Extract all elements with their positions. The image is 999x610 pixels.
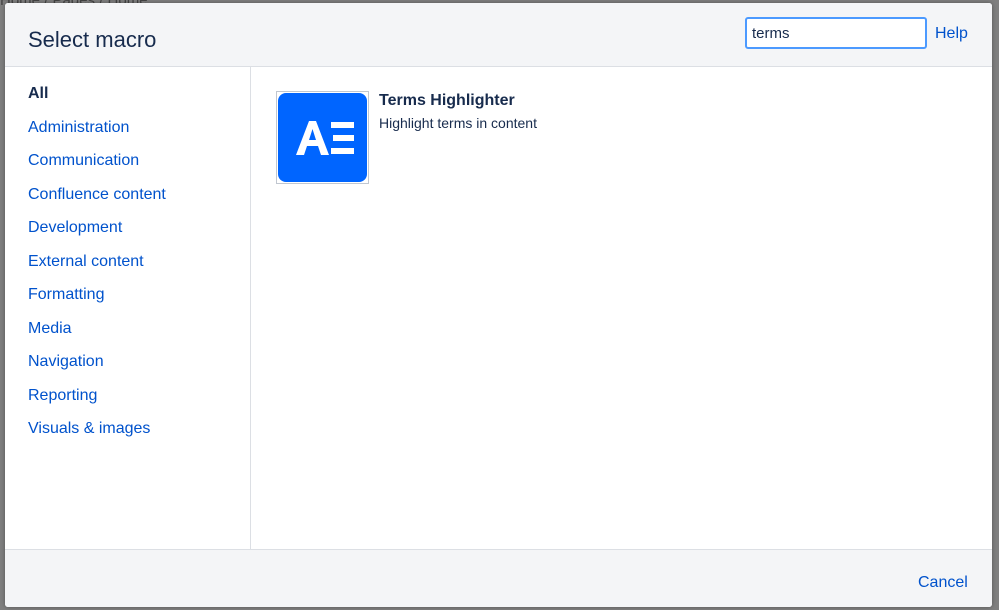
category-visuals-images[interactable]: Visuals & images bbox=[28, 419, 166, 453]
category-sidebar: All Administration Communication Conflue… bbox=[5, 67, 251, 549]
select-macro-dialog: Select macro Help All Administration Com… bbox=[5, 3, 992, 607]
macro-results: Terms Highlighter Highlight terms in con… bbox=[251, 67, 992, 549]
category-development[interactable]: Development bbox=[28, 218, 166, 252]
category-navigation[interactable]: Navigation bbox=[28, 352, 166, 386]
macro-name: Terms Highlighter bbox=[379, 92, 515, 109]
cancel-button[interactable]: Cancel bbox=[918, 574, 968, 592]
category-confluence-content[interactable]: Confluence content bbox=[28, 185, 166, 219]
macro-search-input[interactable] bbox=[745, 17, 927, 49]
category-list: All Administration Communication Conflue… bbox=[28, 84, 166, 453]
category-reporting[interactable]: Reporting bbox=[28, 386, 166, 420]
category-media[interactable]: Media bbox=[28, 319, 166, 353]
category-communication[interactable]: Communication bbox=[28, 151, 166, 185]
category-administration[interactable]: Administration bbox=[28, 118, 166, 152]
macro-item-terms-highlighter[interactable]: Terms Highlighter Highlight terms in con… bbox=[276, 91, 676, 186]
dialog-footer: Cancel bbox=[5, 549, 992, 607]
dialog-header: Select macro Help bbox=[5, 3, 992, 67]
help-link[interactable]: Help bbox=[935, 25, 968, 43]
macro-description: Highlight terms in content bbox=[379, 115, 537, 131]
macro-icon-frame bbox=[276, 91, 369, 184]
dialog-body: All Administration Communication Conflue… bbox=[5, 67, 992, 549]
category-formatting[interactable]: Formatting bbox=[28, 285, 166, 319]
terms-highlighter-logo-icon bbox=[278, 93, 367, 182]
terms-highlighter-logo-svg bbox=[296, 121, 354, 155]
dialog-title: Select macro bbox=[28, 27, 157, 52]
category-all[interactable]: All bbox=[28, 84, 166, 118]
category-external-content[interactable]: External content bbox=[28, 252, 166, 286]
